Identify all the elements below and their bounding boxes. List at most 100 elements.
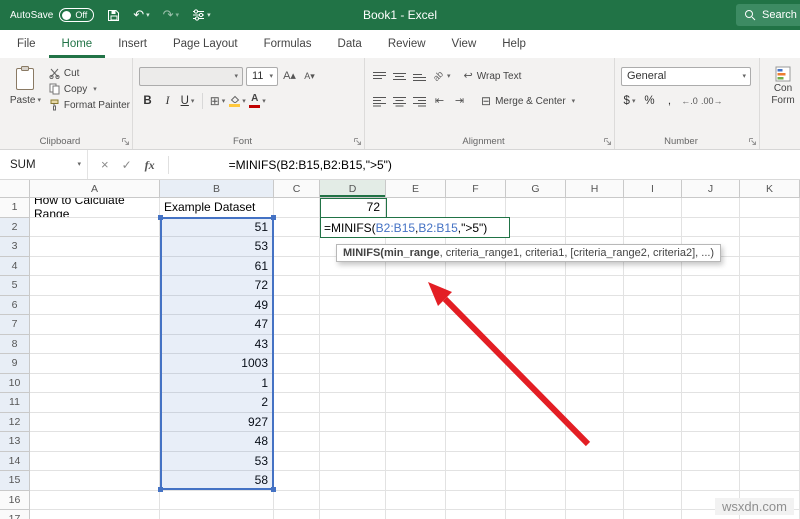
cell-j5[interactable]: [682, 276, 740, 296]
cell-j11[interactable]: [682, 393, 740, 413]
cell-g6[interactable]: [506, 295, 566, 315]
cell-editor[interactable]: =MINIFS(B2:B15, B2:B15 ,">5"): [320, 217, 510, 238]
cell-j7[interactable]: [682, 315, 740, 335]
fill-color-button[interactable]: ▾: [229, 92, 246, 110]
cell-g9[interactable]: [506, 354, 566, 374]
cell-h13[interactable]: [566, 432, 624, 452]
cell-h14[interactable]: [566, 451, 624, 471]
cell-g16[interactable]: [506, 490, 566, 510]
align-left-button[interactable]: [371, 92, 388, 110]
row-header-3[interactable]: 3: [0, 237, 30, 257]
cell-b7[interactable]: 47: [160, 315, 274, 335]
row-header-10[interactable]: 10: [0, 373, 30, 393]
cell-g15[interactable]: [506, 471, 566, 491]
column-header-j[interactable]: J: [682, 180, 740, 198]
cell-a4[interactable]: [30, 256, 160, 276]
cell-g12[interactable]: [506, 412, 566, 432]
align-right-button[interactable]: [411, 92, 428, 110]
cell-k8[interactable]: [740, 334, 800, 354]
cell-k7[interactable]: [740, 315, 800, 335]
alignment-dialog-launcher[interactable]: [603, 137, 612, 146]
cell-c17[interactable]: [274, 510, 320, 519]
cell-e16[interactable]: [386, 490, 446, 510]
undo-button[interactable]: ↶ ▾: [133, 7, 149, 23]
cell-a1[interactable]: How to Calculate Range: [30, 198, 160, 218]
cell-d15[interactable]: [320, 471, 386, 491]
row-header-14[interactable]: 14: [0, 451, 30, 471]
row-header-6[interactable]: 6: [0, 295, 30, 315]
tab-data[interactable]: Data: [325, 30, 375, 58]
decrease-decimal-button[interactable]: .00→: [701, 92, 723, 110]
cell-e10[interactable]: [386, 373, 446, 393]
cell-c13[interactable]: [274, 432, 320, 452]
cell-f8[interactable]: [446, 334, 506, 354]
cell-b3[interactable]: 53: [160, 237, 274, 257]
tab-help[interactable]: Help: [489, 30, 539, 58]
font-dialog-launcher[interactable]: [353, 137, 362, 146]
cell-c7[interactable]: [274, 315, 320, 335]
cell-h11[interactable]: [566, 393, 624, 413]
cell-b8[interactable]: 43: [160, 334, 274, 354]
tab-insert[interactable]: Insert: [105, 30, 160, 58]
cell-i11[interactable]: [624, 393, 682, 413]
cell-a13[interactable]: [30, 432, 160, 452]
cell-a10[interactable]: [30, 373, 160, 393]
cell-g11[interactable]: [506, 393, 566, 413]
row-header-9[interactable]: 9: [0, 354, 30, 374]
cell-i7[interactable]: [624, 315, 682, 335]
cell-k5[interactable]: [740, 276, 800, 296]
cell-i8[interactable]: [624, 334, 682, 354]
cell-e11[interactable]: [386, 393, 446, 413]
cell-a15[interactable]: [30, 471, 160, 491]
row-header-15[interactable]: 15: [0, 471, 30, 491]
cell-c2[interactable]: [274, 217, 320, 237]
cell-d5[interactable]: [320, 276, 386, 296]
redo-button[interactable]: ↷ ▾: [163, 7, 179, 23]
cell-h2[interactable]: [566, 217, 624, 237]
cell-i5[interactable]: [624, 276, 682, 296]
cell-h8[interactable]: [566, 334, 624, 354]
cell-d10[interactable]: [320, 373, 386, 393]
cell-e15[interactable]: [386, 471, 446, 491]
cell-h10[interactable]: [566, 373, 624, 393]
cell-a17[interactable]: [30, 510, 160, 519]
cell-k14[interactable]: [740, 451, 800, 471]
cell-c15[interactable]: [274, 471, 320, 491]
cell-h5[interactable]: [566, 276, 624, 296]
row-header-13[interactable]: 13: [0, 432, 30, 452]
cell-b16[interactable]: [160, 490, 274, 510]
decrease-font-size-button[interactable]: A▾: [301, 67, 318, 85]
cell-e8[interactable]: [386, 334, 446, 354]
cell-g17[interactable]: [506, 510, 566, 519]
cell-d9[interactable]: [320, 354, 386, 374]
orientation-button[interactable]: ab ▾: [431, 67, 451, 85]
cell-c14[interactable]: [274, 451, 320, 471]
cell-c11[interactable]: [274, 393, 320, 413]
cell-b4[interactable]: 61: [160, 256, 274, 276]
cell-d16[interactable]: [320, 490, 386, 510]
increase-indent-button[interactable]: ⇥: [451, 92, 468, 110]
customize-quick-access-button[interactable]: ▾: [192, 9, 211, 21]
cell-a6[interactable]: [30, 295, 160, 315]
cell-e5[interactable]: [386, 276, 446, 296]
row-header-2[interactable]: 2: [0, 217, 30, 237]
cell-c5[interactable]: [274, 276, 320, 296]
cell-i6[interactable]: [624, 295, 682, 315]
cell-g2[interactable]: [506, 217, 566, 237]
cell-b15[interactable]: 58: [160, 471, 274, 491]
cell-g1[interactable]: [506, 198, 566, 218]
format-painter-button[interactable]: Format Painter: [49, 99, 130, 111]
cell-i17[interactable]: [624, 510, 682, 519]
cell-i15[interactable]: [624, 471, 682, 491]
cell-d7[interactable]: [320, 315, 386, 335]
align-middle-button[interactable]: [391, 67, 408, 85]
cell-e14[interactable]: [386, 451, 446, 471]
cell-h16[interactable]: [566, 490, 624, 510]
cell-c1[interactable]: [274, 198, 320, 218]
cell-j9[interactable]: [682, 354, 740, 374]
row-header-17[interactable]: 17: [0, 510, 30, 519]
column-header-g[interactable]: G: [506, 180, 566, 198]
align-bottom-button[interactable]: [411, 67, 428, 85]
borders-button[interactable]: ⊞ ▾: [209, 92, 226, 110]
paste-button[interactable]: Paste ▾: [5, 65, 46, 111]
